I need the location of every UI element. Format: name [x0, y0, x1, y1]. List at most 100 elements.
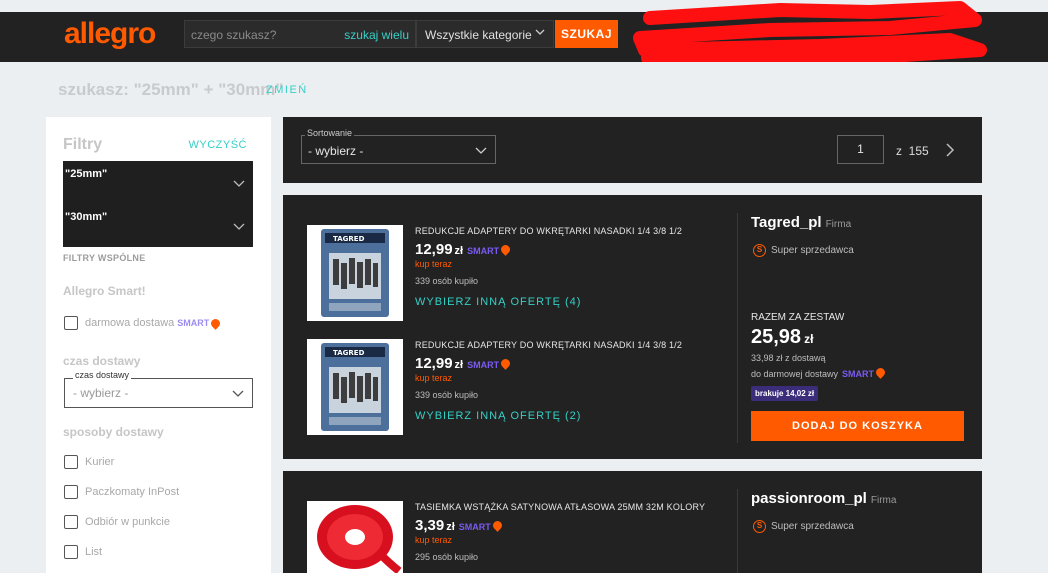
- clear-filters-link[interactable]: WYCZYŚĆ: [189, 139, 248, 151]
- price-value: 12,99: [415, 355, 453, 372]
- change-query-link[interactable]: ZMIEŃ: [266, 84, 308, 96]
- delivery-methods-heading: sposoby dostawy: [63, 425, 164, 439]
- price-value: 3,39: [415, 517, 445, 534]
- set-total-label: RAZEM ZA ZESTAW: [751, 312, 845, 323]
- sold-count: 295 osób kupiło: [415, 552, 479, 562]
- allegro-logo[interactable]: allegro: [64, 17, 156, 51]
- search-input[interactable]: czego szukasz? szukaj wielu: [184, 20, 416, 48]
- chevron-down-icon: [232, 390, 244, 397]
- super-seller-label: Super sprzedawca: [771, 521, 854, 532]
- seller-name[interactable]: passionroom_pl Firma: [751, 490, 896, 507]
- super-seller-badge: S Super sprzedawca: [753, 520, 854, 533]
- set-price-value: 25,98: [751, 326, 802, 348]
- sort-select[interactable]: - wybierz -: [301, 135, 496, 164]
- product-thumbnail[interactable]: TAGRED: [307, 339, 403, 435]
- category-value: Wszystkie kategorie: [425, 28, 532, 42]
- delivery-option-letter[interactable]: List: [64, 545, 102, 559]
- smart-pin-icon: [499, 357, 512, 370]
- product-title[interactable]: REDUKCJE ADAPTERY DO WKRĘTARKI NASADKI 1…: [415, 226, 682, 236]
- sort-label: Sortowanie: [305, 128, 355, 138]
- smart-badge: SMART: [467, 360, 500, 370]
- delivery-time-value: - wybierz -: [73, 386, 129, 400]
- sold-count: 339 osób kupiło: [415, 390, 479, 400]
- chevron-down-icon: [535, 29, 545, 35]
- chevron-down-icon: [233, 223, 245, 230]
- missing-amount-badge: brakuje 14,02 zł: [751, 386, 819, 401]
- smart-pin-icon: [490, 519, 504, 532]
- set-price-with-shipping: 33,98 zł z dostawą: [751, 353, 826, 363]
- smart-badge: SMART: [467, 246, 500, 256]
- page-number-input[interactable]: 1: [837, 135, 884, 164]
- delivery-option-inpost[interactable]: Paczkomaty InPost: [64, 485, 179, 499]
- next-page-icon[interactable]: [944, 143, 956, 157]
- buy-now-label: kup teraz: [415, 259, 453, 269]
- red-ribbon-image: [317, 505, 402, 573]
- brand-label: TAGRED: [333, 349, 365, 357]
- filter-chip-label: "25mm": [65, 168, 108, 180]
- buy-now-label: kup teraz: [415, 373, 453, 383]
- price-currency: zł: [454, 359, 464, 371]
- chevron-down-icon: [233, 180, 245, 187]
- checkbox[interactable]: [64, 545, 78, 559]
- smart-badge: SMART: [842, 369, 875, 379]
- price-currency: zł: [454, 245, 464, 257]
- seller-name[interactable]: Tagred_pl Firma: [751, 214, 851, 231]
- delivery-option-pickup[interactable]: Odbiór w punkcie: [64, 515, 170, 529]
- checkbox[interactable]: [64, 485, 78, 499]
- add-to-cart-button[interactable]: DODAJ DO KOSZYKA: [751, 411, 964, 441]
- delivery-time-select[interactable]: - wybierz -: [64, 378, 253, 408]
- adapter-set-image: TAGRED: [321, 343, 389, 431]
- delivery-option-label: Odbiór w punkcie: [85, 516, 170, 528]
- search-placeholder: czego szukasz?: [191, 28, 277, 42]
- smart-badge: SMART: [458, 522, 491, 532]
- delivery-option-label: Kurier: [85, 456, 115, 468]
- free-delivery-label: darmowa dostawa: [85, 317, 175, 329]
- chevron-down-icon: [475, 147, 487, 154]
- seller-divider: [737, 213, 738, 443]
- filters-sidebar: Filtry WYCZYŚĆ "25mm" "30mm" FILTRY WSPÓ…: [46, 117, 271, 573]
- seller-firm-label: Firma: [870, 495, 897, 506]
- smart-pin-icon: [209, 316, 223, 330]
- checkbox[interactable]: [64, 316, 78, 330]
- super-seller-icon: S: [753, 520, 766, 533]
- sold-count: 339 osób kupiło: [415, 276, 479, 286]
- choose-other-offer-link[interactable]: WYBIERZ INNĄ OFERTĘ (4): [415, 296, 581, 308]
- brand-label: TAGRED: [333, 235, 365, 243]
- delivery-option-label: Paczkomaty InPost: [85, 486, 180, 498]
- delivery-option-label: List: [85, 546, 103, 558]
- price-currency: zł: [446, 521, 455, 533]
- product-title[interactable]: TASIEMKA WSTĄŻKA SATYNOWA ATŁASOWA 25MM …: [415, 502, 705, 512]
- page-total: z 155: [896, 144, 929, 158]
- delivery-option-courier[interactable]: Kurier: [64, 455, 114, 469]
- seller-name-text: passionroom_pl: [751, 490, 867, 507]
- free-delivery-filter[interactable]: darmowa dostawa SMART: [64, 316, 223, 330]
- price-value: 12,99: [415, 241, 453, 258]
- free-shipping-label: do darmowej dostawy: [751, 369, 839, 379]
- filter-chip-30mm[interactable]: "30mm": [63, 204, 253, 247]
- smart-badge: SMART: [177, 318, 210, 328]
- seller-divider: [737, 489, 738, 573]
- product-title[interactable]: REDUKCJE ADAPTERY DO WKRĘTARKI NASADKI 1…: [415, 340, 682, 350]
- search-multiple-link[interactable]: szukaj wielu: [344, 28, 409, 42]
- product-thumbnail[interactable]: [307, 501, 403, 573]
- product-price: 3,39 zł SMART: [415, 517, 504, 535]
- category-select[interactable]: Wszystkie kategorie: [416, 20, 554, 48]
- sort-bar: Sortowanie - wybierz - 1 z 155: [283, 117, 982, 183]
- filter-chip-25mm[interactable]: "25mm": [63, 161, 253, 204]
- seller-offer-card: TASIEMKA WSTĄŻKA SATYNOWA ATŁASOWA 25MM …: [283, 471, 982, 573]
- delivery-time-label: czas dostawy: [73, 370, 132, 380]
- search-query: szukasz: "25mm" + "30mm": [58, 80, 284, 99]
- redaction-scribble: [633, 1, 987, 62]
- checkbox[interactable]: [64, 515, 78, 529]
- search-button[interactable]: SZUKAJ: [555, 20, 618, 48]
- page-total-value: 155: [908, 144, 929, 158]
- common-filters-heading: FILTRY WSPÓLNE: [63, 253, 146, 263]
- super-seller-label: Super sprzedawca: [771, 245, 854, 256]
- product-thumbnail[interactable]: TAGRED: [307, 225, 403, 321]
- seller-offer-card: TAGRED REDUKCJE ADAPTERY DO WKRĘTARKI NA…: [283, 195, 982, 459]
- checkbox[interactable]: [64, 455, 78, 469]
- super-seller-badge: S Super sprzedawca: [753, 244, 854, 257]
- choose-other-offer-link[interactable]: WYBIERZ INNĄ OFERTĘ (2): [415, 410, 581, 422]
- buy-now-label: kup teraz: [415, 535, 453, 545]
- delivery-time-heading: czas dostawy: [63, 354, 141, 368]
